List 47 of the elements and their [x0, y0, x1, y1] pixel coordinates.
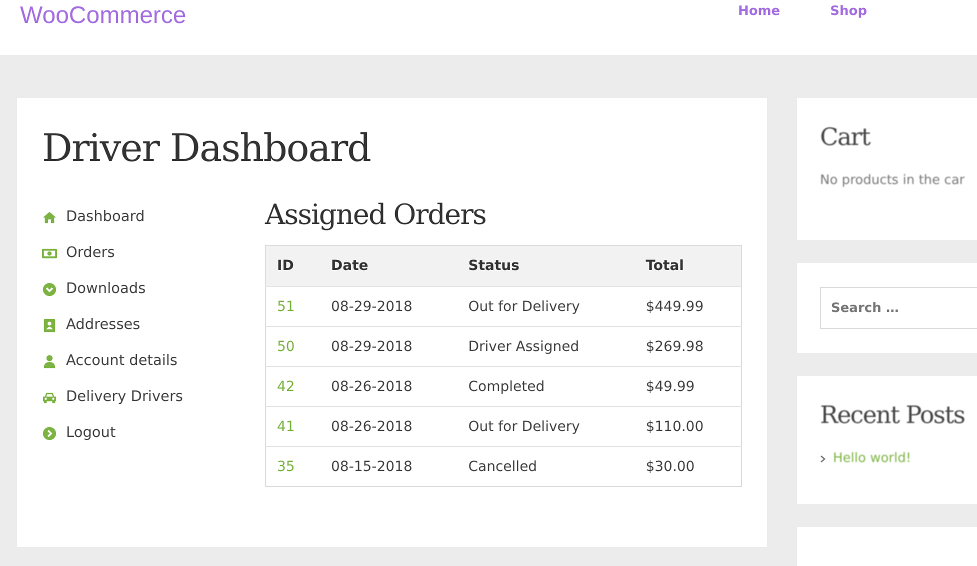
post-link[interactable]: Hello world!: [833, 451, 912, 466]
table-cell: Cancelled: [457, 446, 635, 486]
table-cell: Out for Delivery: [457, 406, 635, 446]
menu-item[interactable]: Logout: [42, 421, 265, 445]
chevron-right-circle-icon: [42, 426, 57, 440]
table-cell: Completed: [457, 366, 635, 406]
home-icon: [42, 210, 57, 224]
widget-title: Recent Posts: [820, 401, 966, 429]
table-cell: 08-29-2018: [320, 286, 458, 326]
column-header: Total: [634, 246, 742, 286]
table-cell: $269.98: [634, 326, 742, 366]
order-link[interactable]: 41: [277, 418, 295, 434]
menu-item[interactable]: Orders: [42, 241, 265, 265]
order-link[interactable]: 42: [277, 378, 295, 394]
site-logo[interactable]: WooCommerce: [20, 2, 186, 30]
table-cell: Driver Assigned: [457, 326, 635, 366]
menu-item[interactable]: Addresses: [42, 313, 265, 337]
widget-title: Cart: [820, 123, 872, 151]
order-link[interactable]: 51: [277, 298, 295, 314]
nav-link[interactable]: Shop: [830, 4, 867, 19]
table-cell: $30.00: [634, 446, 742, 486]
column-header: ID: [266, 246, 320, 286]
chevron-right-icon: [820, 454, 826, 462]
chevron-down-circle-icon: [42, 282, 57, 296]
nav-link[interactable]: Home: [738, 4, 780, 19]
menu-item[interactable]: Account details: [42, 349, 265, 373]
menu-item[interactable]: Delivery Drivers: [42, 385, 265, 409]
search-field[interactable]: Search …: [820, 287, 977, 329]
column-header: Status: [457, 246, 635, 286]
table-cell: 08-29-2018: [320, 326, 458, 366]
menu-item[interactable]: Dashboard: [42, 205, 265, 229]
address-book-icon: [42, 318, 57, 332]
table-cell: $110.00: [634, 406, 742, 446]
cart-empty-text: No products in the car: [820, 173, 966, 188]
table-cell: $449.99: [634, 286, 742, 326]
table-cell: 08-26-2018: [320, 366, 458, 406]
user-icon: [42, 354, 57, 368]
order-link[interactable]: 35: [277, 458, 295, 474]
order-link[interactable]: 50: [277, 338, 295, 354]
section-title: Assigned Orders: [265, 198, 487, 231]
table-cell: 08-15-2018: [320, 446, 458, 486]
menu-item[interactable]: Downloads: [42, 277, 265, 301]
table-cell: $49.99: [634, 366, 742, 406]
column-header: Date: [320, 246, 458, 286]
page-title: Driver Dashboard: [42, 126, 372, 170]
table-cell: 08-26-2018: [320, 406, 458, 446]
table-cell: Out for Delivery: [457, 286, 635, 326]
